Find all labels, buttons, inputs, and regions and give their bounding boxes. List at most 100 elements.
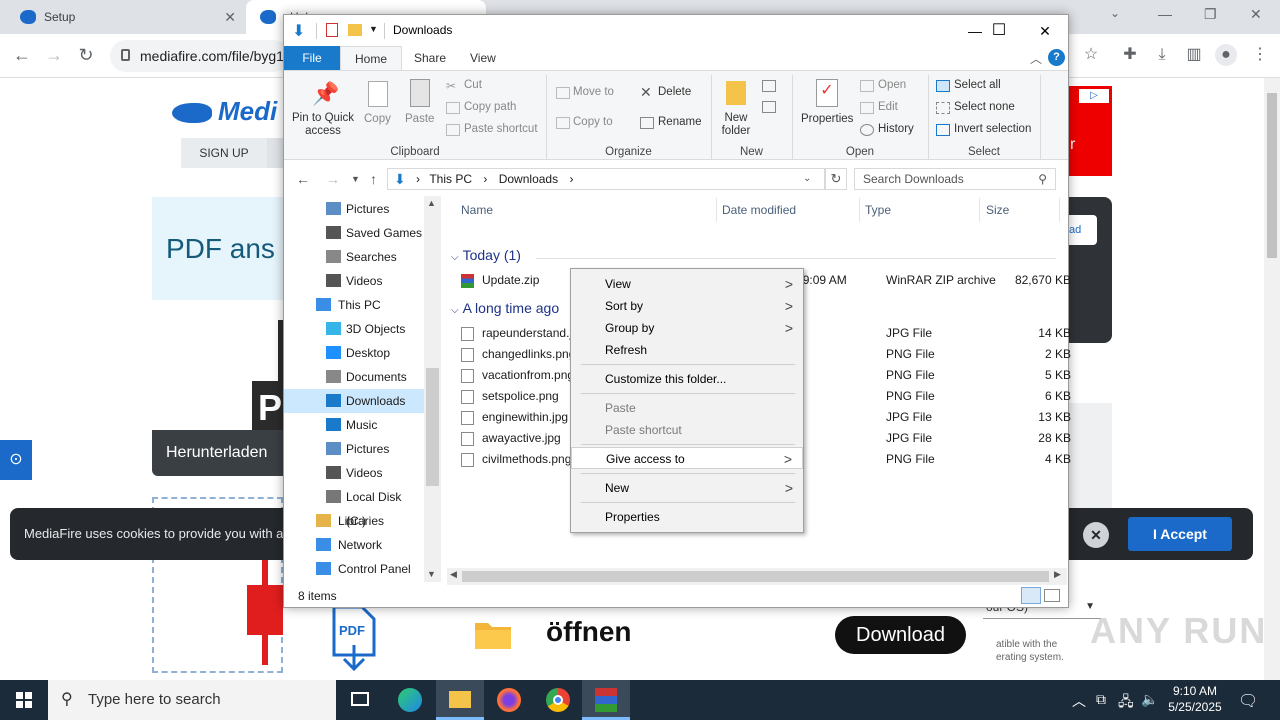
nav-item-pictures[interactable]: Pictures — [284, 437, 424, 461]
menu-item-new[interactable]: New > — [571, 477, 803, 499]
address-dropdown-icon[interactable]: ⌄ — [803, 169, 811, 189]
nav-item-downloads[interactable]: Downloads — [284, 389, 424, 413]
taskbar-search-input[interactable]: ⚲ Type here to search — [48, 680, 336, 720]
back-arrow-icon[interactable]: ← — [296, 171, 310, 187]
chrome-icon[interactable] — [534, 680, 582, 720]
volume-icon[interactable]: 🔈 — [1141, 691, 1158, 708]
scroll-down-icon[interactable]: ▼ — [427, 569, 436, 579]
address-bar[interactable]: mediafire.com/file/byg1 — [110, 40, 290, 72]
extensions-icon[interactable]: ✚ — [1119, 44, 1141, 66]
menu-item-paste[interactable]: Paste — [571, 397, 803, 419]
menu-item-properties[interactable]: Properties — [571, 506, 803, 528]
minimize-icon[interactable]: — — [1158, 6, 1172, 22]
accept-cookies-button[interactable]: I Accept — [1128, 517, 1232, 551]
tab-home[interactable]: Home — [340, 46, 403, 70]
network-icon[interactable]: 🖧 — [1118, 691, 1134, 715]
delete-button[interactable]: Delete — [658, 86, 691, 98]
large-icons-view-icon[interactable] — [1044, 589, 1060, 602]
scroll-left-icon[interactable]: ◀ — [450, 569, 457, 580]
firefox-icon[interactable] — [485, 680, 533, 720]
edge-icon[interactable] — [386, 680, 434, 720]
collapse-ribbon-icon[interactable]: ︿ — [1030, 50, 1042, 67]
back-arrow-icon[interactable]: ← — [10, 44, 34, 68]
show-hidden-icons-icon[interactable]: ︿ — [1072, 691, 1086, 711]
invert-selection-button[interactable]: Invert selection — [954, 123, 1031, 135]
browser-menu-icon[interactable]: ⋮ — [1249, 44, 1271, 66]
nav-item-desktop[interactable]: Desktop — [284, 341, 424, 365]
copy-to-button[interactable]: Copy to — [573, 116, 613, 128]
new-folder-quick-icon[interactable] — [348, 24, 362, 36]
rename-button[interactable]: Rename — [658, 116, 701, 128]
nav-item-pictures[interactable]: Pictures — [284, 197, 424, 221]
nav-item-local-disk[interactable]: Local Disk (C:) — [284, 485, 424, 528]
notifications-icon[interactable]: 🗨 — [1238, 691, 1258, 711]
browser-tab-setup[interactable]: Setup ✕ — [0, 0, 246, 34]
column-size[interactable]: Size — [986, 203, 1009, 217]
column-date-modified[interactable]: Date modified — [722, 203, 796, 217]
breadcrumb[interactable]: ⬇ › This PC › Downloads › ⌄ — [387, 168, 825, 190]
login-button[interactable] — [267, 138, 283, 168]
new-item-icon[interactable] — [762, 80, 776, 92]
menu-item-customize[interactable]: Customize this folder... — [571, 368, 803, 390]
nav-item-saved-games[interactable]: Saved Games — [284, 221, 424, 245]
move-to-button[interactable]: Move to — [573, 86, 614, 98]
scrollbar-thumb[interactable] — [1267, 93, 1277, 258]
nav-item-network[interactable]: Network — [284, 533, 424, 557]
file-explorer-icon[interactable] — [436, 680, 484, 720]
scroll-up-icon[interactable]: ▲ — [427, 198, 436, 208]
nav-item-libraries[interactable]: Libraries — [284, 509, 424, 533]
open-button[interactable]: Open — [878, 79, 906, 91]
group-header-long-ago[interactable]: ⌵ A long time ago — [451, 300, 559, 316]
nav-item-music[interactable]: Music — [284, 413, 424, 437]
nav-item-searches[interactable]: Searches — [284, 245, 424, 269]
side-ad[interactable]: ▷ r — [1069, 86, 1112, 176]
history-button[interactable]: History — [878, 123, 914, 135]
nav-item-3d-objects[interactable]: 3D Objects — [284, 317, 424, 341]
horizontal-scrollbar[interactable]: ◀ ▶ — [447, 568, 1067, 585]
refresh-icon[interactable]: ↻ — [825, 168, 847, 190]
task-view-icon[interactable] — [336, 680, 384, 720]
tab-share[interactable]: Share — [400, 46, 460, 70]
profile-avatar-icon[interactable]: ● — [1215, 44, 1237, 66]
help-tab-icon[interactable]: ⊙ — [0, 440, 32, 480]
breadcrumb-downloads[interactable]: Downloads — [499, 172, 558, 186]
pin-quick-access-button[interactable]: Pin to Quick access — [292, 112, 354, 138]
winrar-icon[interactable] — [582, 680, 630, 720]
nav-scrollbar-thumb[interactable] — [426, 368, 439, 486]
select-none-button[interactable]: Select none — [954, 101, 1015, 113]
forward-arrow-icon[interactable]: → — [326, 171, 340, 187]
divider[interactable] — [859, 198, 860, 222]
nav-item-videos[interactable]: Videos — [284, 269, 424, 293]
new-folder-button[interactable]: New folder — [720, 112, 752, 138]
edit-button[interactable]: Edit — [878, 101, 898, 113]
close-window-icon[interactable]: ✕ — [1250, 6, 1262, 23]
properties-quick-icon[interactable] — [326, 23, 338, 37]
nav-item-documents[interactable]: Documents — [284, 365, 424, 389]
windows-start-icon[interactable] — [0, 680, 48, 720]
cut-button[interactable]: Cut — [464, 79, 482, 91]
nav-item-this-pc[interactable]: This PC — [284, 293, 424, 317]
menu-item-give-access[interactable]: Give access to > — [571, 447, 803, 469]
tab-file[interactable]: File — [284, 46, 340, 70]
bookmark-star-icon[interactable]: ☆ — [1080, 44, 1102, 66]
column-name[interactable]: Name — [461, 203, 493, 217]
ad-banner[interactable]: PDF ans — [152, 197, 283, 300]
recent-locations-icon[interactable]: ▼ — [351, 174, 360, 184]
restore-icon[interactable]: ❐ — [1204, 6, 1217, 23]
close-tab-icon[interactable]: ✕ — [224, 0, 236, 34]
customize-toolbar-icon[interactable]: ▼ — [369, 24, 378, 34]
side-panel-icon[interactable]: ▥ — [1183, 44, 1205, 66]
divider[interactable] — [979, 198, 980, 222]
cookie-close-icon[interactable]: ✕ — [1083, 522, 1109, 548]
nav-item-control-panel[interactable]: Control Panel — [284, 557, 424, 581]
mediafire-logo[interactable]: Medi — [172, 96, 277, 127]
adchoices-icon[interactable]: ▷ — [1079, 89, 1109, 103]
forward-arrow-icon[interactable]: → — [42, 44, 66, 68]
menu-item-group-by[interactable]: Group by > — [571, 317, 803, 339]
download-card-title[interactable]: Herunterladen — [152, 430, 283, 476]
menu-item-view[interactable]: View > — [571, 273, 803, 295]
help-icon[interactable]: ? — [1048, 49, 1065, 66]
nav-scrollbar[interactable]: ▲ ▼ — [424, 196, 441, 582]
paste-button[interactable]: Paste — [405, 113, 434, 125]
divider[interactable] — [716, 198, 717, 222]
